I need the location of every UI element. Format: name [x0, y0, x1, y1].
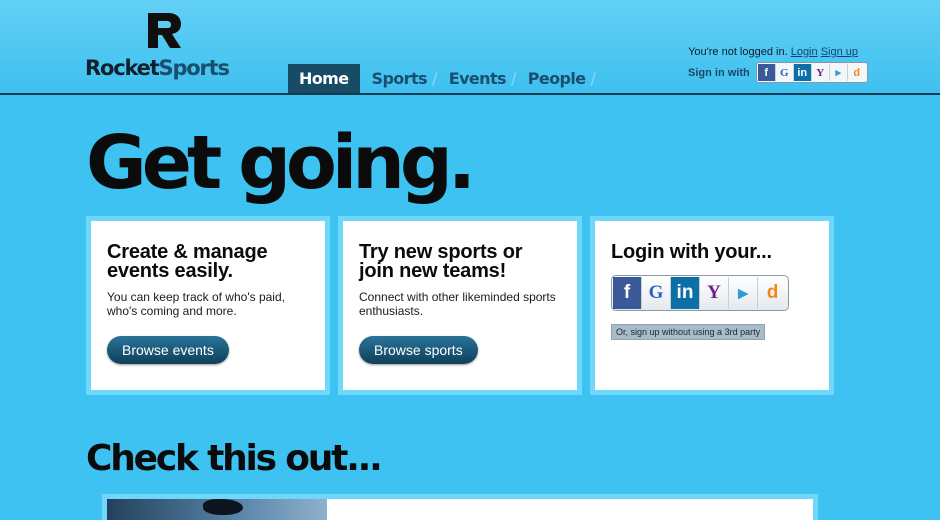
nav-people[interactable]: People / [526, 64, 606, 93]
site-header: RocketSports Home Sports / Events / Peop… [0, 0, 940, 95]
google-icon[interactable]: G [776, 64, 794, 81]
header-sign-in-with: Sign in with f G in Y ▸ d [688, 62, 868, 83]
login-link[interactable]: Login [791, 46, 818, 58]
openid-icon[interactable]: d [758, 277, 787, 309]
header-provider-strip: f G in Y ▸ d [755, 62, 868, 83]
nav-people-label: People [527, 69, 586, 88]
athlete-silhouette [203, 499, 243, 515]
linkedin-icon[interactable]: in [671, 277, 700, 309]
auth-status: You're not logged in. Login Sign up [688, 46, 858, 58]
yahoo-icon[interactable]: Y [812, 64, 830, 81]
nav-separator: / [590, 69, 596, 88]
featured-photo[interactable] [107, 499, 327, 520]
facebook-icon[interactable]: f [613, 277, 642, 309]
sign-up-without-third-party-button[interactable]: Or, sign up without using a 3rd party [611, 324, 766, 340]
card-body: You can keep track of who's paid, who's … [107, 290, 285, 318]
nav-home[interactable]: Home [288, 64, 360, 93]
main-nav: Home Sports / Events / People / [288, 64, 605, 93]
yahoo-icon[interactable]: Y [700, 277, 729, 309]
browse-sports-button[interactable]: Browse sports [359, 336, 478, 364]
sign-in-with-label: Sign in with [688, 66, 750, 79]
login-provider-strip: f G in Y ▸ d [611, 275, 789, 311]
aim-icon[interactable]: ▸ [830, 64, 848, 81]
nav-events[interactable]: Events / [447, 64, 526, 93]
brand-part-rocket: Rocket [85, 56, 160, 80]
nav-sports[interactable]: Sports / [370, 64, 447, 93]
brand-wordmark[interactable]: RocketSports [85, 56, 230, 80]
feature-card-events: Create & manage events easily. You can k… [86, 216, 330, 395]
card-body: Connect with other likeminded sports ent… [359, 290, 556, 318]
brand-part-sports: Sports [158, 56, 230, 80]
card-heading: Try new sports or join new teams! [359, 241, 523, 282]
rocketsports-logo-mark-icon[interactable] [146, 12, 182, 49]
card-heading: Login with your... [611, 241, 772, 263]
nav-separator: / [510, 69, 516, 88]
feature-card-login: Login with your... f G in Y ▸ d Or, sign… [590, 216, 834, 395]
feature-card-sports: Try new sports or join new teams! Connec… [338, 216, 582, 395]
nav-sports-label: Sports [371, 69, 428, 88]
facebook-icon[interactable]: f [757, 64, 776, 81]
linkedin-icon[interactable]: in [793, 64, 812, 81]
hero-title: Get going. [86, 120, 476, 206]
aim-icon[interactable]: ▸ [729, 277, 758, 309]
nav-home-label: Home [299, 69, 349, 88]
nav-separator: / [431, 69, 437, 88]
login-status-text: You're not logged in. [688, 46, 788, 58]
nav-events-label: Events [448, 69, 507, 88]
section-title: Check this out... [86, 438, 383, 479]
openid-icon[interactable]: d [848, 64, 866, 81]
card-heading: Create & manage events easily. [107, 241, 268, 282]
signup-link[interactable]: Sign up [821, 46, 858, 58]
browse-events-button[interactable]: Browse events [107, 336, 229, 364]
google-icon[interactable]: G [642, 277, 671, 309]
featured-panel [102, 494, 818, 520]
